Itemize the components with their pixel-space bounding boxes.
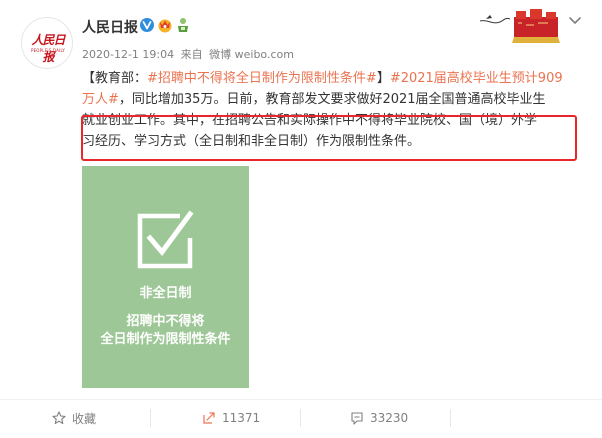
favorite-button[interactable]: 收藏 [52, 408, 96, 428]
footer-divider [0, 399, 602, 400]
weibo-post-card: 人民日报 PEOPLE'S DAILY 人民日报 2020-12-1 19:04… [0, 0, 602, 438]
avatar[interactable]: 人民日报 PEOPLE'S DAILY [21, 17, 73, 69]
avatar-logo-english: PEOPLE'S DAILY [30, 48, 66, 53]
text-segment: ，同比增加35万。日前，教育部发文要求做好2021届全国普通高校毕业生 [118, 92, 546, 107]
favorite-label: 收藏 [72, 411, 97, 426]
v-verified-icon [140, 18, 154, 32]
comment-icon [351, 412, 363, 425]
post-text-line-2: 万人#，同比增加35万。日前，教育部发文要求做好2021届全国普通高校毕业生 [82, 89, 582, 110]
action-separator [150, 409, 151, 427]
comment-count: 33230 [370, 411, 409, 425]
action-separator [450, 409, 451, 427]
post-text-line-1: 【教育部：#招聘中不得将全日制作为限制性条件#】#2021届高校毕业生预计909 [82, 68, 582, 89]
member-badge-icon [178, 18, 188, 32]
topic-link-recruitment[interactable]: #招聘中不得将全日制作为限制性条件# [147, 71, 377, 86]
source-prefix: 来自 [180, 48, 203, 61]
crown-badge-icon [158, 19, 172, 33]
checkmark-icon [137, 210, 194, 269]
chevron-down-icon[interactable] [568, 16, 582, 26]
repost-icon [203, 412, 215, 424]
action-separator [300, 409, 301, 427]
repost-button[interactable]: 11371 [202, 408, 260, 428]
repost-count: 11371 [222, 411, 261, 425]
star-icon [52, 411, 66, 425]
text-segment: 【教育部： [82, 71, 148, 86]
topic-link-graduates-cont[interactable]: 万人# [82, 92, 119, 107]
comment-button[interactable]: 33230 [350, 408, 408, 428]
image-caption-line-2: 全日制作为限制性条件 [100, 332, 231, 347]
author-name[interactable]: 人民日报 [82, 17, 138, 37]
image-caption-line-1: 招聘中不得将 [126, 314, 205, 329]
post-timestamp[interactable]: 2020-12-1 19:04 [82, 48, 174, 61]
post-source[interactable]: 微博 weibo.com [209, 48, 294, 61]
topic-link-graduates[interactable]: #2021届高校毕业生预计909 [390, 71, 563, 86]
highlight-box [81, 115, 577, 161]
post-image[interactable]: 非全日制 招聘中不得将 全日制作为限制性条件 [82, 166, 249, 388]
great-wall-banner [479, 9, 560, 43]
post-meta: 2020-12-1 19:04 来自 微博 weibo.com [82, 46, 297, 62]
text-segment: 】 [376, 71, 390, 86]
image-title: 非全日制 [139, 286, 192, 301]
